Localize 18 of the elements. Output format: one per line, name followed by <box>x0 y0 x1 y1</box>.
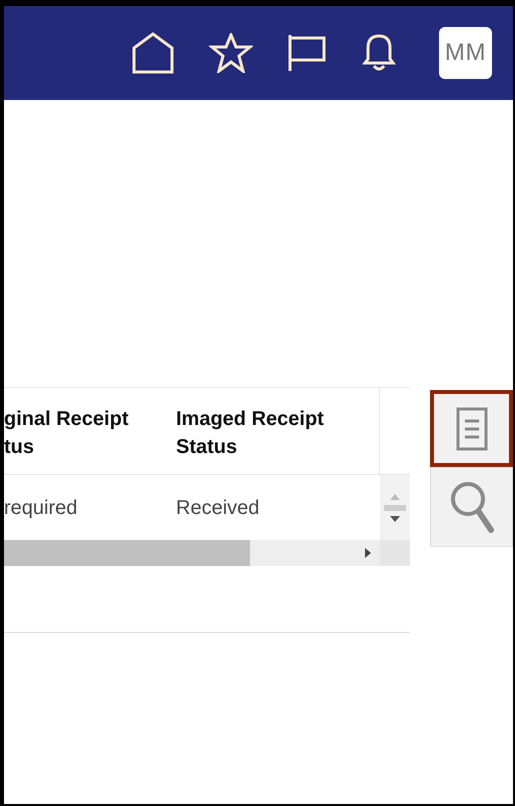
flag-icon[interactable] <box>287 33 327 73</box>
vertical-scrollbar[interactable] <box>380 475 410 540</box>
document-icon <box>456 406 488 450</box>
document-button[interactable] <box>430 390 513 467</box>
table-cell-text: required <box>4 496 78 520</box>
scrollbar-corner <box>380 540 410 566</box>
home-icon[interactable] <box>131 32 175 74</box>
user-avatar[interactable]: MM <box>439 27 492 79</box>
bell-icon[interactable] <box>361 33 397 73</box>
search-icon <box>448 480 494 534</box>
column-header: Imaged Receipt Status <box>170 388 380 474</box>
horizontal-scrollbar[interactable] <box>4 540 380 566</box>
table-cell-text: Received <box>175 496 260 520</box>
star-icon[interactable] <box>209 33 253 73</box>
scroll-down-icon[interactable] <box>389 514 401 522</box>
scroll-right-icon[interactable] <box>364 547 372 559</box>
column-header: ginal Receipt tus <box>4 407 130 460</box>
scrollbar-thumb[interactable] <box>384 504 406 510</box>
